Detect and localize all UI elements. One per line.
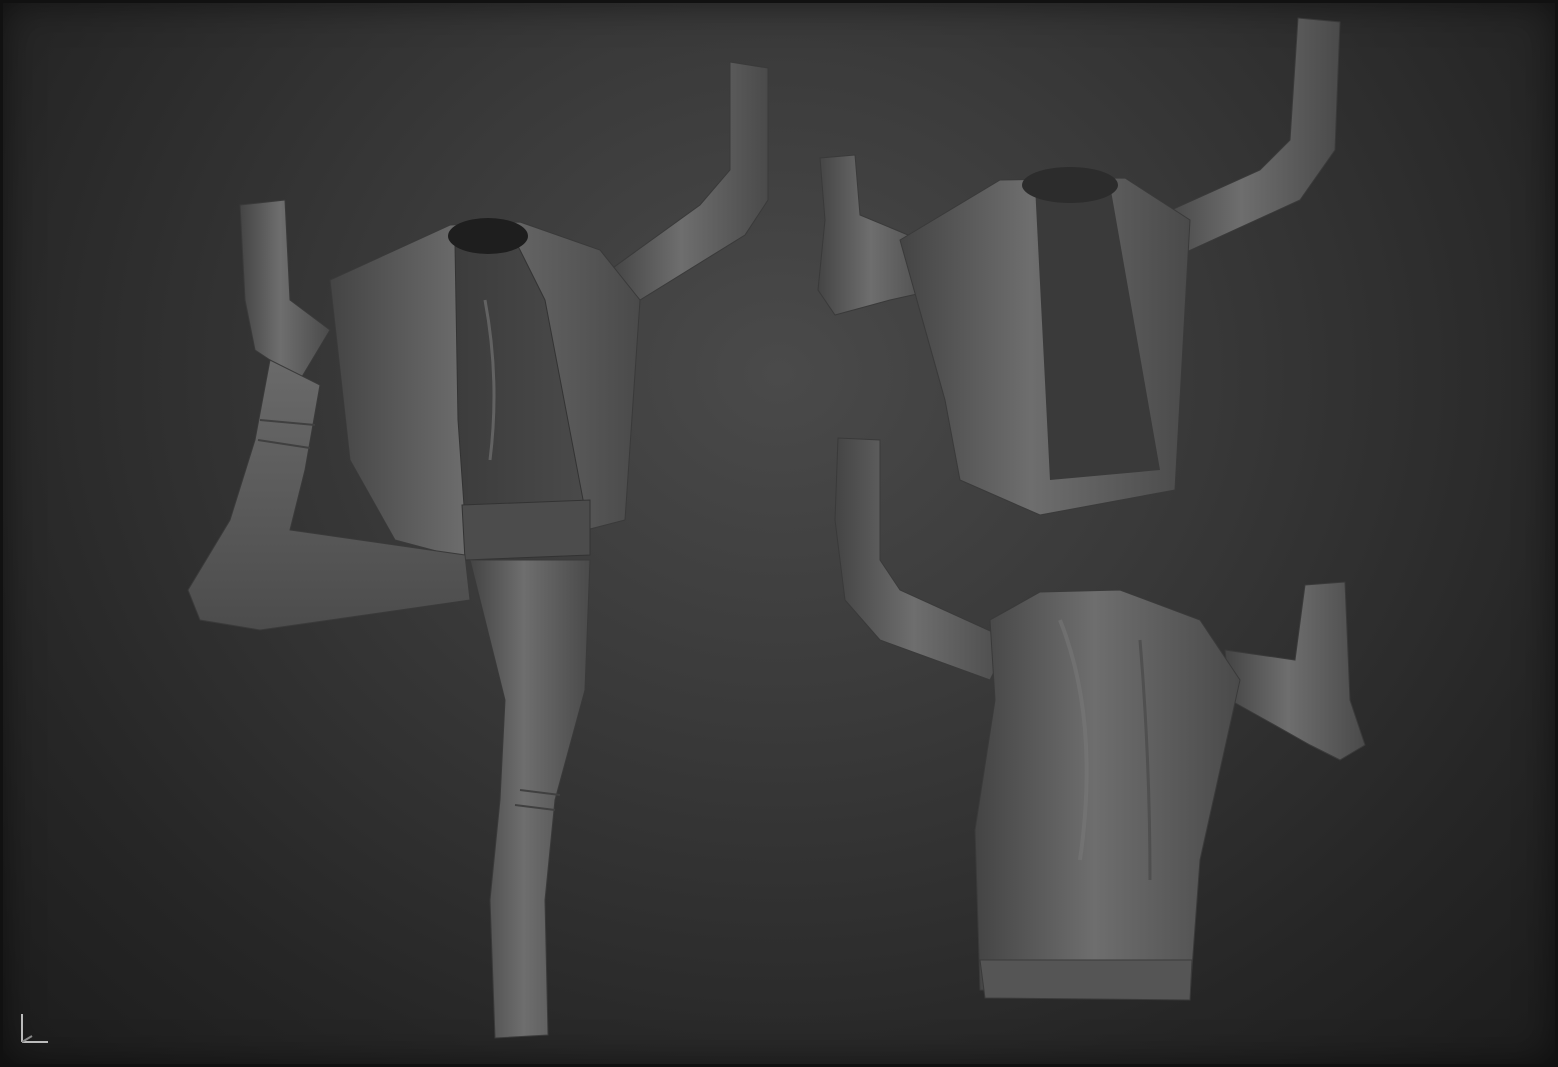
- model-jacket-back[interactable]: [834, 437, 1366, 1001]
- left-arm: [239, 199, 331, 381]
- right-arm: [609, 61, 769, 301]
- axis-gizmo-icon: [21, 1014, 48, 1043]
- waistband: [461, 499, 591, 561]
- model-jacket-front[interactable]: [817, 17, 1341, 516]
- model-full-figure[interactable]: [187, 61, 769, 1039]
- jacket-front-collar: [1022, 167, 1118, 203]
- jacket-back-body: [974, 589, 1241, 996]
- neck-opening: [448, 218, 528, 254]
- 3d-viewport[interactable]: [0, 0, 1558, 1067]
- standing-leg: [469, 559, 591, 1039]
- sculpt-scene[interactable]: [0, 0, 1558, 1067]
- jacket-back-right-sleeve: [1224, 581, 1366, 761]
- jacket-back-hem: [979, 959, 1193, 1001]
